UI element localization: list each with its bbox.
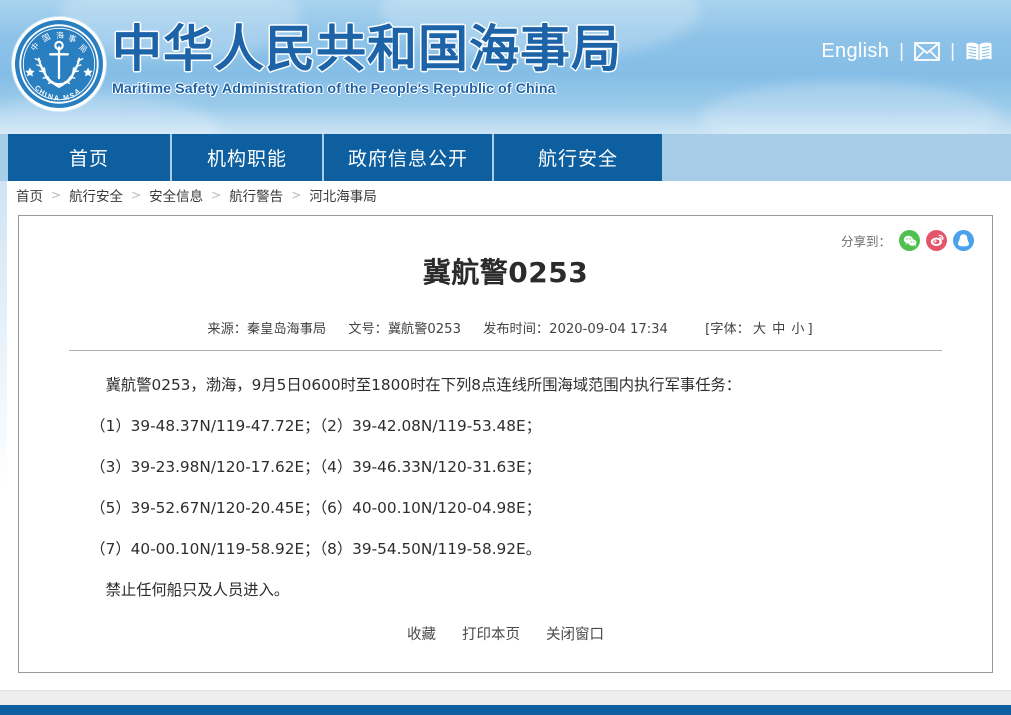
article-card: 分享到： bbox=[18, 215, 993, 673]
font-switch-open: [字体： bbox=[705, 322, 750, 337]
meta-docnum: 文号：冀航警0253 bbox=[348, 322, 461, 337]
coordinate-line: （3）39-23.98N/120-17.62E；（4）39-46.33N/120… bbox=[75, 447, 936, 488]
page-root: 中 国 海 事 局 bbox=[0, 0, 1011, 715]
svg-text:海: 海 bbox=[56, 30, 65, 41]
article-actions: 收藏 打印本页 关闭窗口 bbox=[19, 623, 992, 644]
meta-docnum-value: 冀航警0253 bbox=[388, 322, 461, 337]
close-window-link[interactable]: 关闭窗口 bbox=[546, 623, 604, 644]
article-title: 冀航警0253 bbox=[19, 216, 992, 291]
font-size-small[interactable]: 小 bbox=[788, 322, 807, 337]
language-switch-link[interactable]: English bbox=[821, 40, 889, 63]
breadcrumb-item-hebei-msa[interactable]: 河北海事局 bbox=[309, 185, 377, 205]
breadcrumb-item-navigation-warning[interactable]: 航行警告 bbox=[229, 185, 283, 205]
coordinate-line: （5）39-52.67N/120-20.45E；（6）40-00.10N/120… bbox=[75, 488, 936, 529]
font-switch-close: ] bbox=[807, 322, 812, 337]
main-navigation-bar: 首页 机构职能 政府信息公开 航行安全 bbox=[0, 134, 1011, 181]
wechat-icon[interactable] bbox=[899, 230, 920, 251]
font-size-switcher: [字体：大中小] bbox=[705, 322, 812, 337]
site-header: 中 国 海 事 局 bbox=[0, 0, 1011, 134]
nav-item-functions[interactable]: 机构职能 bbox=[172, 134, 324, 181]
breadcrumb-item-home[interactable]: 首页 bbox=[16, 185, 43, 205]
weibo-icon[interactable] bbox=[926, 230, 947, 251]
china-msa-logo[interactable]: 中 国 海 事 局 bbox=[12, 17, 106, 111]
meta-source-value: 秦皇岛海事局 bbox=[247, 322, 326, 337]
svg-text:M: M bbox=[63, 94, 70, 102]
font-size-medium[interactable]: 中 bbox=[769, 322, 788, 337]
svg-text:A: A bbox=[54, 95, 60, 102]
nav-item-home[interactable]: 首页 bbox=[8, 134, 172, 181]
breadcrumb-separator: > bbox=[209, 188, 223, 202]
breadcrumb-separator: > bbox=[289, 188, 303, 202]
footer-blue-bar bbox=[0, 705, 1011, 715]
meta-time-value: 2020-09-04 17:34 bbox=[549, 322, 668, 337]
footer-gap bbox=[0, 690, 1011, 705]
nav-item-government-info[interactable]: 政府信息公开 bbox=[324, 134, 494, 181]
font-size-large[interactable]: 大 bbox=[750, 322, 769, 337]
breadcrumb-item-safety-info[interactable]: 安全信息 bbox=[149, 185, 203, 205]
open-book-icon[interactable] bbox=[965, 41, 993, 62]
brand-title-en: Maritime Safety Administration of the Pe… bbox=[112, 81, 632, 97]
cloud-decoration bbox=[700, 82, 1000, 134]
breadcrumb-bar: 首页 > 航行安全 > 安全信息 > 航行警告 > 河北海事局 bbox=[0, 181, 1011, 207]
nav-item-navigation-safety[interactable]: 航行安全 bbox=[494, 134, 662, 181]
favorite-link[interactable]: 收藏 bbox=[407, 623, 436, 644]
share-label: 分享到： bbox=[841, 231, 891, 250]
coordinate-line: （1）39-48.37N/119-47.72E；（2）39-42.08N/119… bbox=[75, 406, 936, 447]
header-tools: English | | bbox=[821, 40, 993, 63]
meta-source-label: 来源： bbox=[207, 322, 247, 337]
breadcrumb-separator: > bbox=[129, 188, 143, 202]
breadcrumb-separator: > bbox=[49, 188, 63, 202]
brand-title-cn: 中华人民共和国海事局 bbox=[112, 20, 632, 78]
share-bar: 分享到： bbox=[841, 230, 974, 251]
article-body: 冀航警0253，渤海，9月5日0600时至1800时在下列8点连线所围海域范围内… bbox=[19, 351, 992, 611]
article-paragraph: 冀航警0253，渤海，9月5日0600时至1800时在下列8点连线所围海域范围内… bbox=[75, 365, 936, 406]
breadcrumb: 首页 > 航行安全 > 安全信息 > 航行警告 > 河北海事局 bbox=[16, 185, 1011, 205]
envelope-icon[interactable] bbox=[914, 42, 940, 61]
meta-source: 来源：秦皇岛海事局 bbox=[207, 322, 326, 337]
article-meta: 来源：秦皇岛海事局 文号：冀航警0253 发布时间：2020-09-04 17:… bbox=[19, 291, 992, 337]
qq-icon[interactable] bbox=[953, 230, 974, 251]
print-page-link[interactable]: 打印本页 bbox=[462, 623, 520, 644]
tool-separator: | bbox=[899, 41, 904, 63]
breadcrumb-item-navigation-safety[interactable]: 航行安全 bbox=[69, 185, 123, 205]
article-paragraph: 禁止任何船只及人员进入。 bbox=[75, 570, 936, 611]
tool-separator: | bbox=[950, 41, 955, 63]
meta-docnum-label: 文号： bbox=[348, 322, 388, 337]
left-edge-strip bbox=[0, 181, 7, 690]
meta-publish-time: 发布时间：2020-09-04 17:34 bbox=[483, 322, 668, 337]
coordinate-line: （7）40-00.10N/119-58.92E；（8）39-54.50N/119… bbox=[75, 529, 936, 570]
main-navigation: 首页 机构职能 政府信息公开 航行安全 bbox=[8, 134, 662, 181]
meta-time-label: 发布时间： bbox=[483, 322, 549, 337]
site-brand: 中华人民共和国海事局 Maritime Safety Administratio… bbox=[112, 20, 632, 97]
